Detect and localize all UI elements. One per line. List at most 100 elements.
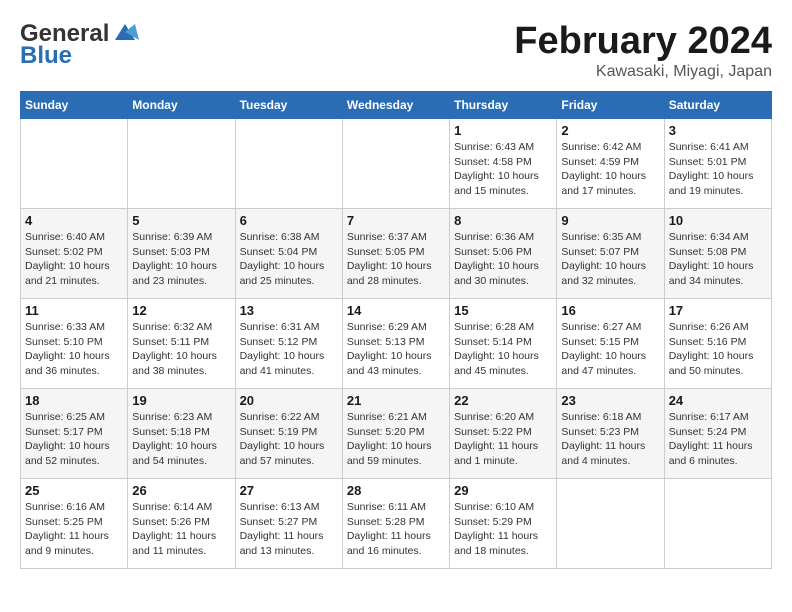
calendar-table: SundayMondayTuesdayWednesdayThursdayFrid… [20,91,772,569]
calendar-cell: 5Sunrise: 6:39 AM Sunset: 5:03 PM Daylig… [128,209,235,299]
day-number: 25 [25,483,123,498]
day-info: Sunrise: 6:32 AM Sunset: 5:11 PM Dayligh… [132,320,230,379]
day-number: 14 [347,303,445,318]
title-section: February 2024 Kawasaki, Miyagi, Japan [514,20,772,81]
day-info: Sunrise: 6:28 AM Sunset: 5:14 PM Dayligh… [454,320,552,379]
day-number: 17 [669,303,767,318]
day-number: 15 [454,303,552,318]
day-info: Sunrise: 6:25 AM Sunset: 5:17 PM Dayligh… [25,410,123,469]
calendar-cell: 4 Sunrise: 6:40 AM Sunset: 5:02 PM Daylig… [21,209,128,299]
day-info: Sunrise: 6:43 AM Sunset: 4:58 PM Dayligh… [454,140,552,199]
calendar-cell: 7 Sunrise: 6:37 AM Sunset: 5:05 PM Daylig… [342,209,449,299]
day-number: 2 [561,123,659,138]
calendar-cell: 9 Sunrise: 6:35 AM Sunset: 5:07 PM Daylig… [557,209,664,299]
logo-blue: Blue [20,42,72,70]
day-info: Sunrise: 6:40 AM Sunset: 5:02 PM Dayligh… [25,230,123,289]
calendar-cell: 15 Sunrise: 6:28 AM Sunset: 5:14 PM Dayli… [450,299,557,389]
day-info: Sunrise: 6:34 AM Sunset: 5:08 PM Dayligh… [669,230,767,289]
day-number: 10 [669,213,767,228]
calendar-cell [557,479,664,569]
day-number: 6 [240,213,338,228]
day-info: Sunrise: 6:42 AM Sunset: 4:59 PM Dayligh… [561,140,659,199]
main-title: February 2024 [514,20,772,63]
week-row-1: 1 Sunrise: 6:43 AM Sunset: 4:58 PM Daylig… [21,119,772,209]
subtitle: Kawasaki, Miyagi, Japan [514,63,772,81]
day-number: 19 [132,393,230,408]
calendar-cell: 21 Sunrise: 6:21 AM Sunset: 5:20 PM Dayli… [342,389,449,479]
day-info: Sunrise: 6:16 AM Sunset: 5:25 PM Dayligh… [25,500,123,559]
calendar-cell: 20 Sunrise: 6:22 AM Sunset: 5:19 PM Dayli… [235,389,342,479]
calendar-cell: 14 Sunrise: 6:29 AM Sunset: 5:13 PM Dayli… [342,299,449,389]
day-number: 20 [240,393,338,408]
day-number: 9 [561,213,659,228]
calendar-cell: 6 Sunrise: 6:38 AM Sunset: 5:04 PM Daylig… [235,209,342,299]
calendar-cell: 28 Sunrise: 6:11 AM Sunset: 5:28 PM Dayli… [342,479,449,569]
col-header-friday: Friday [557,92,664,119]
day-number: 23 [561,393,659,408]
calendar-cell: 3Sunrise: 6:41 AM Sunset: 5:01 PM Daylig… [664,119,771,209]
day-info: Sunrise: 6:18 AM Sunset: 5:23 PM Dayligh… [561,410,659,469]
day-info: Sunrise: 6:22 AM Sunset: 5:19 PM Dayligh… [240,410,338,469]
page-header: General Blue February 2024 Kawasaki, Miy… [20,20,772,81]
col-header-wednesday: Wednesday [342,92,449,119]
day-number: 27 [240,483,338,498]
calendar-cell [235,119,342,209]
day-info: Sunrise: 6:20 AM Sunset: 5:22 PM Dayligh… [454,410,552,469]
calendar-cell: 12 Sunrise: 6:32 AM Sunset: 5:11 PM Dayli… [128,299,235,389]
week-row-3: 11 Sunrise: 6:33 AM Sunset: 5:10 PM Dayli… [21,299,772,389]
day-number: 4 [25,213,123,228]
day-info: Sunrise: 6:14 AM Sunset: 5:26 PM Dayligh… [132,500,230,559]
calendar-cell: 27 Sunrise: 6:13 AM Sunset: 5:27 PM Dayli… [235,479,342,569]
day-info: Sunrise: 6:17 AM Sunset: 5:24 PM Dayligh… [669,410,767,469]
calendar-cell: 29 Sunrise: 6:10 AM Sunset: 5:29 PM Dayli… [450,479,557,569]
day-info: Sunrise: 6:38 AM Sunset: 5:04 PM Dayligh… [240,230,338,289]
day-info: Sunrise: 6:21 AM Sunset: 5:20 PM Dayligh… [347,410,445,469]
calendar-cell: 1 Sunrise: 6:43 AM Sunset: 4:58 PM Daylig… [450,119,557,209]
day-number: 1 [454,123,552,138]
day-number: 22 [454,393,552,408]
day-number: 29 [454,483,552,498]
col-header-sunday: Sunday [21,92,128,119]
day-info: Sunrise: 6:27 AM Sunset: 5:15 PM Dayligh… [561,320,659,379]
day-info: Sunrise: 6:13 AM Sunset: 5:27 PM Dayligh… [240,500,338,559]
day-number: 18 [25,393,123,408]
col-header-tuesday: Tuesday [235,92,342,119]
week-row-2: 4 Sunrise: 6:40 AM Sunset: 5:02 PM Daylig… [21,209,772,299]
day-number: 7 [347,213,445,228]
calendar-cell: 22 Sunrise: 6:20 AM Sunset: 5:22 PM Dayli… [450,389,557,479]
calendar-cell [128,119,235,209]
calendar-cell: 10 Sunrise: 6:34 AM Sunset: 5:08 PM Dayli… [664,209,771,299]
day-number: 26 [132,483,230,498]
calendar-cell: 11 Sunrise: 6:33 AM Sunset: 5:10 PM Dayli… [21,299,128,389]
day-info: Sunrise: 6:31 AM Sunset: 5:12 PM Dayligh… [240,320,338,379]
day-number: 5 [132,213,230,228]
day-info: Sunrise: 6:26 AM Sunset: 5:16 PM Dayligh… [669,320,767,379]
calendar-cell [664,479,771,569]
calendar-cell: 16 Sunrise: 6:27 AM Sunset: 5:15 PM Dayli… [557,299,664,389]
col-header-saturday: Saturday [664,92,771,119]
day-number: 24 [669,393,767,408]
calendar-cell: 26 Sunrise: 6:14 AM Sunset: 5:26 PM Dayli… [128,479,235,569]
day-info: Sunrise: 6:35 AM Sunset: 5:07 PM Dayligh… [561,230,659,289]
col-header-monday: Monday [128,92,235,119]
day-number: 28 [347,483,445,498]
day-info: Sunrise: 6:41 AM Sunset: 5:01 PM Dayligh… [669,140,767,199]
logo: General Blue [20,20,139,70]
calendar-cell: 24 Sunrise: 6:17 AM Sunset: 5:24 PM Dayli… [664,389,771,479]
day-number: 16 [561,303,659,318]
day-number: 11 [25,303,123,318]
calendar-cell: 13 Sunrise: 6:31 AM Sunset: 5:12 PM Dayli… [235,299,342,389]
day-number: 12 [132,303,230,318]
day-number: 21 [347,393,445,408]
calendar-cell: 23 Sunrise: 6:18 AM Sunset: 5:23 PM Dayli… [557,389,664,479]
day-info: Sunrise: 6:11 AM Sunset: 5:28 PM Dayligh… [347,500,445,559]
day-info: Sunrise: 6:37 AM Sunset: 5:05 PM Dayligh… [347,230,445,289]
calendar-cell: 25 Sunrise: 6:16 AM Sunset: 5:25 PM Dayli… [21,479,128,569]
col-header-thursday: Thursday [450,92,557,119]
calendar-cell [21,119,128,209]
day-info: Sunrise: 6:29 AM Sunset: 5:13 PM Dayligh… [347,320,445,379]
day-number: 13 [240,303,338,318]
logo-icon [111,22,139,42]
day-info: Sunrise: 6:10 AM Sunset: 5:29 PM Dayligh… [454,500,552,559]
day-info: Sunrise: 6:33 AM Sunset: 5:10 PM Dayligh… [25,320,123,379]
